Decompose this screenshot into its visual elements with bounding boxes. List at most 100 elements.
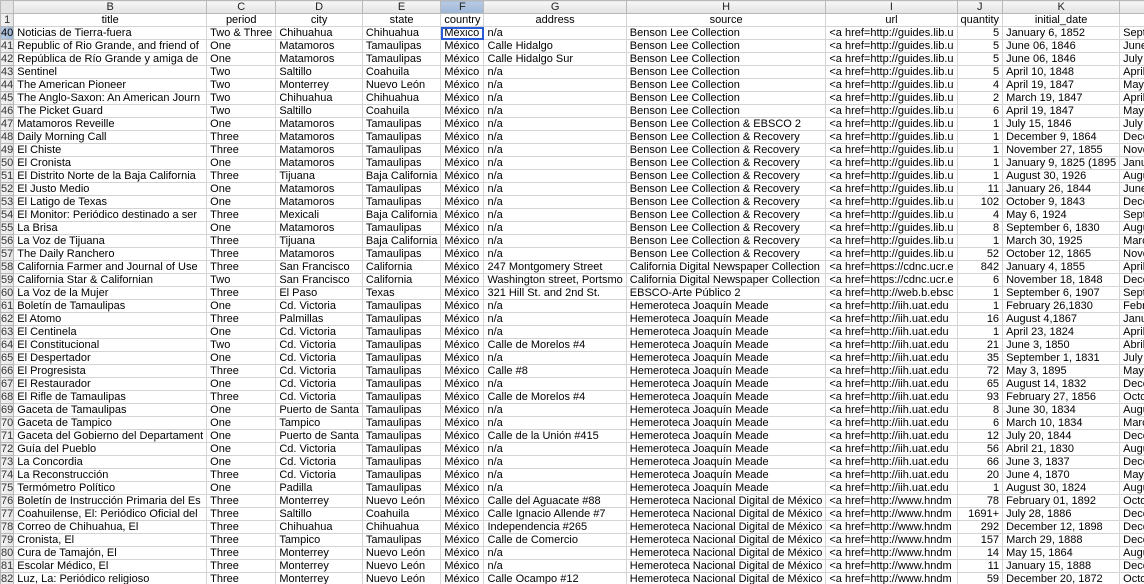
cell[interactable]: Matamoros xyxy=(275,156,363,170)
cell[interactable]: Noticias de Tierra-fuera xyxy=(13,26,208,40)
field-name-cell[interactable]: quantity xyxy=(956,13,1004,27)
cell[interactable]: 8 xyxy=(956,403,1004,417)
cell[interactable]: Padilla xyxy=(275,481,363,495)
field-name-cell[interactable]: city xyxy=(275,13,363,27)
cell[interactable]: 1 xyxy=(956,234,1004,248)
cell[interactable]: 65 xyxy=(956,377,1004,391)
cell[interactable]: México xyxy=(440,546,485,560)
cell[interactable]: 1 xyxy=(956,325,1004,339)
cell[interactable]: México xyxy=(440,221,485,235)
cell[interactable]: September 6, 1907 xyxy=(1119,286,1144,300)
cell[interactable]: El Despertador xyxy=(13,351,208,365)
cell[interactable]: Matamoros Reveille xyxy=(13,117,208,131)
field-name-cell[interactable]: country xyxy=(440,13,485,27)
cell[interactable]: The Anglo-Saxon: An American Journ xyxy=(13,91,208,105)
cell[interactable]: January 26, 1844 xyxy=(1002,182,1121,196)
cell[interactable]: n/a xyxy=(483,26,627,40)
cell[interactable]: El Cronista xyxy=(13,156,208,170)
row-number[interactable]: 54 xyxy=(0,208,15,222)
cell[interactable]: <a href=http://guides.lib.u xyxy=(825,143,958,157)
cell[interactable]: 11 xyxy=(956,559,1004,573)
cell[interactable]: <a href=http://iih.uat.edu xyxy=(825,481,958,495)
cell[interactable]: Benson Lee Collection & Recovery xyxy=(625,143,827,157)
row-number[interactable]: 78 xyxy=(0,520,15,534)
cell[interactable]: México xyxy=(440,364,485,378)
cell[interactable]: Cd. Victoria xyxy=(275,338,363,352)
cell[interactable]: Coahuila xyxy=(361,65,442,79)
row-number[interactable]: 79 xyxy=(0,533,15,547)
cell[interactable]: Tamaulipas xyxy=(361,195,442,209)
field-name-cell[interactable]: url xyxy=(825,13,958,27)
cell[interactable]: Three xyxy=(206,520,277,534)
cell[interactable]: One xyxy=(206,325,277,339)
row-number[interactable]: 82 xyxy=(0,572,15,584)
row-number[interactable]: 46 xyxy=(0,104,15,118)
cell[interactable]: El Centinela xyxy=(13,325,208,339)
cell[interactable]: Nuevo León xyxy=(361,559,442,573)
cell[interactable]: n/a xyxy=(483,143,627,157)
cell[interactable]: Benson Lee Collection xyxy=(625,91,827,105)
cell[interactable]: n/a xyxy=(483,156,627,170)
cell[interactable]: 1 xyxy=(956,481,1004,495)
cell[interactable]: El Paso xyxy=(275,286,363,300)
cell[interactable]: 2 xyxy=(956,91,1004,105)
cell[interactable]: Gaceta de Tamaulipas xyxy=(13,403,208,417)
cell[interactable]: April 10, 1848 xyxy=(1119,65,1144,79)
cell[interactable]: <a href=http://iih.uat.edu xyxy=(825,416,958,430)
cell[interactable]: <a href=http://guides.lib.u xyxy=(825,91,958,105)
row-number[interactable]: 67 xyxy=(0,377,15,391)
field-name-cell[interactable]: address xyxy=(483,13,627,27)
cell[interactable]: Monterrey xyxy=(275,546,363,560)
cell[interactable]: Benson Lee Collection & Recovery xyxy=(625,234,827,248)
cell[interactable]: Hemeroteca Nacional Digital de México xyxy=(625,520,827,534)
cell[interactable]: Tijuana xyxy=(275,234,363,248)
cell[interactable]: July 15, 1846 xyxy=(1002,117,1121,131)
cell[interactable]: n/a xyxy=(483,65,627,79)
field-name-cell[interactable]: initial_date xyxy=(1002,13,1121,27)
cell[interactable]: One xyxy=(206,117,277,131)
row-number[interactable]: 80 xyxy=(0,546,15,560)
cell[interactable]: October 15, 1902 xyxy=(1119,494,1144,508)
cell[interactable]: Nuevo León xyxy=(361,546,442,560)
cell[interactable]: La Brisa xyxy=(13,221,208,235)
cell[interactable]: 21 xyxy=(956,338,1004,352)
cell[interactable]: Benson Lee Collection xyxy=(625,78,827,92)
cell[interactable]: <a href=http://www.hndm xyxy=(825,559,958,573)
cell[interactable]: Calle #8 xyxy=(483,364,627,378)
cell[interactable]: Sentinel xyxy=(13,65,208,79)
cell[interactable]: 20 xyxy=(956,468,1004,482)
cell[interactable]: February 26,1830 xyxy=(1119,299,1144,313)
cell[interactable]: Monterrey xyxy=(275,494,363,508)
cell[interactable]: 56 xyxy=(956,442,1004,456)
cell[interactable]: Tijuana xyxy=(275,169,363,183)
cell[interactable]: June 7, 1844 xyxy=(1119,182,1144,196)
cell[interactable]: Saltillo xyxy=(275,104,363,118)
cell[interactable]: 1 xyxy=(956,143,1004,157)
cell[interactable]: California Star & Californian xyxy=(13,273,208,287)
cell[interactable]: n/a xyxy=(483,416,627,430)
cell[interactable]: 4 xyxy=(956,78,1004,92)
cell[interactable]: 59 xyxy=(956,572,1004,584)
cell[interactable]: n/a xyxy=(483,117,627,131)
cell[interactable]: Three xyxy=(206,546,277,560)
cell[interactable]: Three xyxy=(206,572,277,584)
cell[interactable]: Tamaulipas xyxy=(361,143,442,157)
cell[interactable]: 1 xyxy=(956,299,1004,313)
cell[interactable]: One xyxy=(206,455,277,469)
cell[interactable]: México xyxy=(440,117,485,131)
row-number[interactable]: 69 xyxy=(0,403,15,417)
cell[interactable]: <a href=http://iih.uat.edu xyxy=(825,429,958,443)
cell[interactable]: December 31, 1973 xyxy=(1119,507,1144,521)
cell[interactable]: April 3, 1847 xyxy=(1119,91,1144,105)
cell[interactable]: 157 xyxy=(956,533,1004,547)
cell[interactable]: Gaceta de Tampico xyxy=(13,416,208,430)
cell[interactable]: San Francisco xyxy=(275,260,363,274)
cell[interactable]: 247 Montgomery Street xyxy=(483,260,627,274)
cell[interactable]: Calle de Morelos #4 xyxy=(483,390,627,404)
row-number[interactable]: 1 xyxy=(0,13,15,27)
cell[interactable]: July 1, 1846 xyxy=(1119,52,1144,66)
cell[interactable]: n/a xyxy=(483,481,627,495)
cell[interactable]: 1 xyxy=(956,117,1004,131)
cell[interactable]: Three xyxy=(206,130,277,144)
cell[interactable]: México xyxy=(440,286,485,300)
